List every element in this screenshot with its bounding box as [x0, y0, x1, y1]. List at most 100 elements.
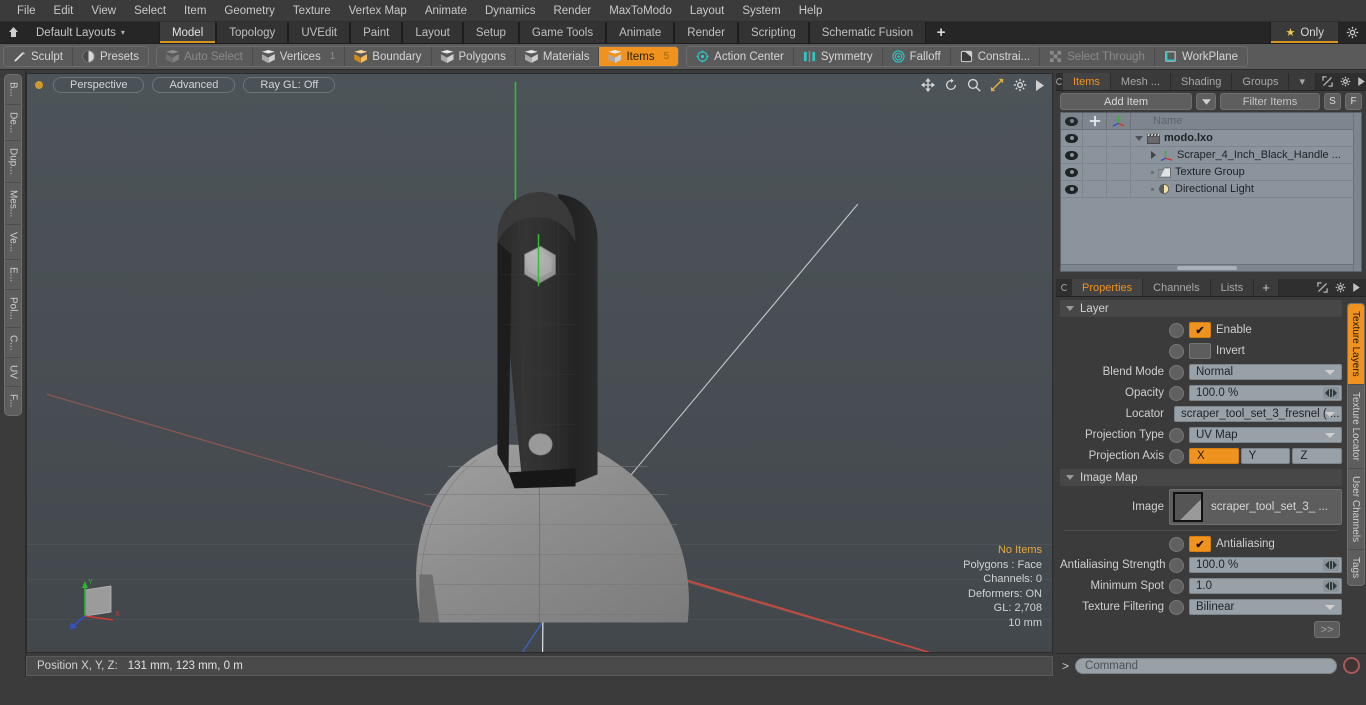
item-list-horizontal-scrollbar[interactable] [1061, 264, 1353, 271]
layout-tab-animate[interactable]: Animate [606, 22, 675, 43]
dropdown-locator[interactable]: scraper_tool_set_3_fresnel ( ... [1174, 406, 1342, 422]
items-tab-shading[interactable]: Shading [1171, 73, 1233, 90]
item-name-cell[interactable]: Directional Light [1131, 181, 1361, 197]
item-axis-cell[interactable] [1107, 130, 1131, 146]
command-input[interactable]: Command [1075, 657, 1337, 674]
menu-item-geometry[interactable]: Geometry [215, 3, 284, 19]
more-options-button[interactable]: >> [1314, 621, 1340, 638]
toolbar-button-vertices[interactable]: Vertices 1 [252, 47, 346, 66]
property-animate-knob[interactable] [1169, 427, 1184, 443]
chevron-down-icon[interactable] [1325, 604, 1335, 610]
properties-tab-lists[interactable]: Lists [1210, 279, 1255, 296]
property-animate-knob[interactable] [1169, 364, 1184, 380]
filter-f-button[interactable]: F [1345, 93, 1362, 110]
panel-menu-icon[interactable] [1056, 73, 1063, 90]
item-axis-cell[interactable] [1107, 147, 1131, 163]
add-properties-tab-button[interactable]: + [1254, 279, 1279, 296]
property-animate-knob[interactable] [1169, 385, 1184, 401]
number-field-antialiasing-strength[interactable]: 100.0 % [1189, 557, 1342, 573]
toolbar-button-symmetry[interactable]: Symmetry [793, 47, 883, 66]
chevron-down-icon[interactable] [1325, 432, 1335, 438]
left-tool-tab-6[interactable]: Pol... [4, 290, 21, 328]
items-tab-mesh[interactable]: Mesh ... [1110, 73, 1172, 90]
layout-tab-scripting[interactable]: Scripting [737, 22, 809, 43]
favorites-only-toggle[interactable]: ★ Only [1270, 22, 1338, 43]
play-icon[interactable] [1358, 77, 1365, 86]
chevron-down-icon[interactable] [1325, 369, 1335, 375]
layout-tab-paint[interactable]: Paint [350, 22, 403, 43]
side-tab-user-channels[interactable]: User Channels [1348, 469, 1364, 550]
layout-tab-topology[interactable]: Topology [216, 22, 289, 43]
toolbar-button-auto-select[interactable]: Auto Select [156, 47, 253, 66]
toolbar-button-falloff[interactable]: Falloff [882, 47, 951, 66]
checkbox-antialiasing[interactable]: ✔ [1189, 536, 1211, 552]
gear-icon[interactable] [1338, 22, 1366, 43]
filter-s-button[interactable]: S [1324, 93, 1341, 110]
layout-tab-game-tools[interactable]: Game Tools [518, 22, 607, 43]
play-icon[interactable] [1036, 79, 1044, 91]
zoom-icon[interactable] [967, 78, 981, 92]
left-tool-tab-9[interactable]: F... [5, 387, 21, 414]
toolbar-button-action-center[interactable]: Action Center [687, 47, 794, 66]
layout-tab-render[interactable]: Render [674, 22, 738, 43]
toolbar-button-presets[interactable]: Presets [72, 47, 148, 66]
menu-item-texture[interactable]: Texture [284, 3, 340, 19]
chevron-down-icon[interactable] [1325, 411, 1335, 417]
dropdown-texture-filtering[interactable]: Bilinear [1189, 599, 1342, 615]
item-axis-cell[interactable] [1107, 164, 1131, 180]
left-tool-tab-3[interactable]: Mes... [4, 183, 21, 226]
side-tab-texture-layers[interactable]: Texture Layers [1348, 304, 1364, 385]
menu-item-animate[interactable]: Animate [416, 3, 476, 19]
menu-item-help[interactable]: Help [790, 3, 832, 19]
menu-item-item[interactable]: Item [175, 3, 215, 19]
menu-item-maxtomodo[interactable]: MaxToModo [600, 3, 681, 19]
gear-icon[interactable] [1335, 282, 1346, 293]
properties-section-image-map[interactable]: Image Map [1060, 469, 1342, 486]
property-animate-knob[interactable] [1169, 343, 1184, 359]
add-item-dropdown-arrow[interactable] [1196, 93, 1216, 110]
left-tool-tab-8[interactable]: UV [4, 358, 21, 388]
properties-section-layer[interactable]: Layer [1060, 300, 1342, 317]
fit-icon[interactable] [990, 78, 1004, 92]
item-row[interactable]: Scraper_4_Inch_Black_Handle ... [1061, 147, 1361, 164]
item-axis-cell[interactable] [1107, 181, 1131, 197]
collapse-triangle-icon[interactable] [1135, 135, 1143, 141]
layout-tab-setup[interactable]: Setup [462, 22, 519, 43]
item-list-vertical-scrollbar[interactable] [1353, 113, 1361, 271]
side-tab-texture-locator[interactable]: Texture Locator [1348, 385, 1364, 469]
expand-icon[interactable] [1322, 76, 1333, 87]
viewport-raygl-dropdown[interactable]: Ray GL: Off [243, 77, 336, 93]
3d-viewport[interactable]: Perspective Advanced Ray GL: Off No Item… [26, 73, 1053, 653]
toolbar-button-sculpt[interactable]: Sculpt [4, 47, 73, 66]
add-item-button[interactable]: Add Item [1060, 93, 1192, 110]
toolbar-button-items[interactable]: Items 5 [599, 47, 679, 66]
segment-x[interactable]: X [1189, 448, 1239, 464]
value-stepper[interactable] [1323, 387, 1339, 399]
property-animate-knob[interactable] [1169, 557, 1184, 573]
item-name-cell[interactable]: Scraper_4_Inch_Black_Handle ... [1131, 147, 1361, 163]
expand-triangle-icon[interactable] [1151, 151, 1156, 159]
toolbar-button-polygons[interactable]: Polygons [431, 47, 516, 66]
item-visibility-toggle[interactable] [1061, 181, 1083, 197]
checkbox-invert[interactable] [1189, 343, 1211, 359]
left-tool-tab-2[interactable]: Dup... [4, 141, 21, 183]
filter-items-input[interactable]: Filter Items [1220, 93, 1320, 110]
item-transform-cell[interactable] [1083, 181, 1107, 197]
item-row[interactable]: modo.lxo [1061, 130, 1361, 147]
item-tree-list[interactable]: Name modo.lxo Scraper_4_Inch_Black_Handle… [1060, 112, 1362, 272]
gear-icon[interactable] [1340, 76, 1351, 87]
property-animate-knob[interactable] [1169, 448, 1184, 464]
item-transform-cell[interactable] [1083, 164, 1107, 180]
properties-tab-channels[interactable]: Channels [1143, 279, 1211, 296]
menu-item-select[interactable]: Select [125, 3, 175, 19]
item-visibility-toggle[interactable] [1061, 130, 1083, 146]
left-tool-tab-7[interactable]: C... [4, 328, 21, 359]
item-name-cell[interactable]: Texture Group [1131, 164, 1361, 180]
item-visibility-toggle[interactable] [1061, 164, 1083, 180]
left-tool-tab-4[interactable]: Ve... [4, 225, 21, 261]
layout-tab-uvedit[interactable]: UVEdit [288, 22, 351, 43]
dropdown-blend-mode[interactable]: Normal [1189, 364, 1342, 380]
item-row[interactable]: Texture Group [1061, 164, 1361, 181]
menu-item-view[interactable]: View [82, 3, 125, 19]
toolbar-button-constrai[interactable]: Constrai... [950, 47, 1041, 66]
